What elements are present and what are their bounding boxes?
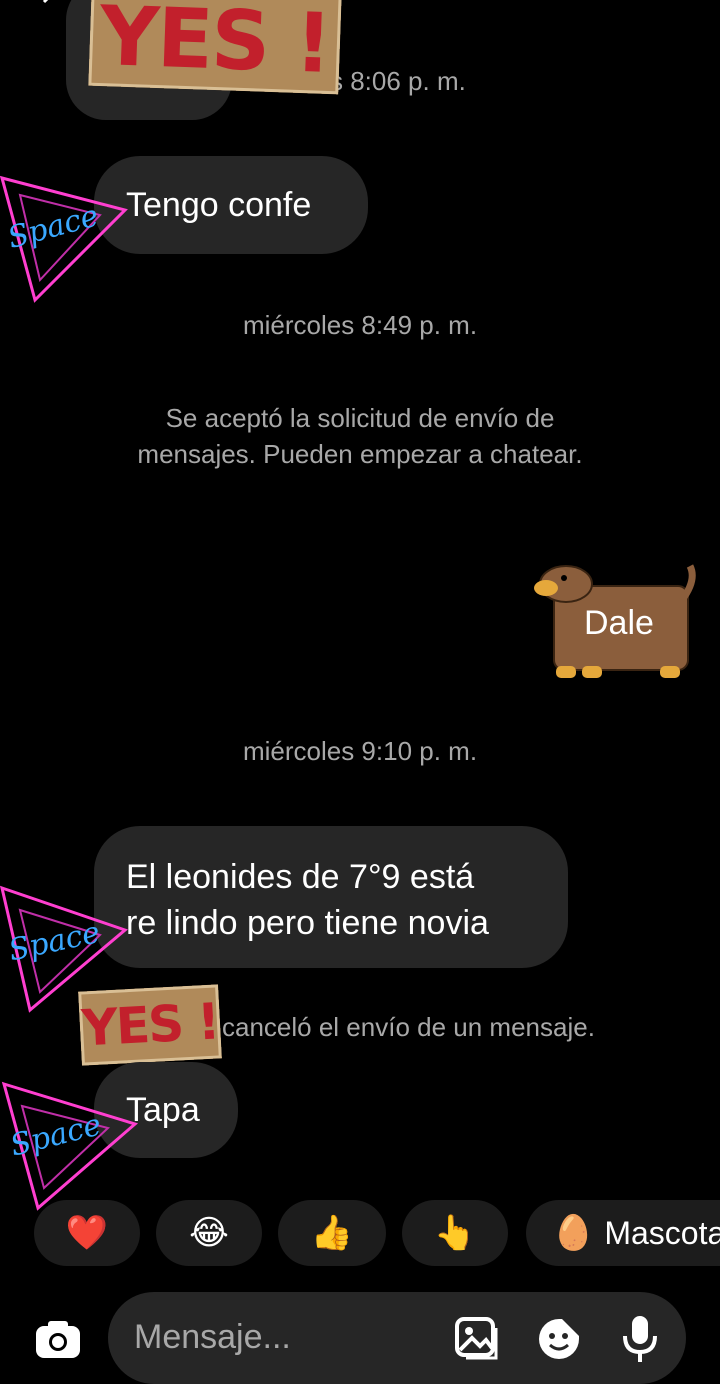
space-neon-sticker: Space	[0, 1076, 140, 1216]
message-text-line-1: El leonides de 7°9 está	[126, 858, 475, 896]
received-message-2[interactable]: El leonides de 7°9 está re lindo pero ti…	[94, 826, 568, 968]
message-input[interactable]: Mensaje...	[134, 1318, 291, 1357]
mascota-label: Mascota	[604, 1214, 720, 1251]
timestamp-3: miércoles 9:10 p. m.	[242, 736, 478, 766]
gallery-button[interactable]	[454, 1316, 500, 1362]
reaction-heart[interactable]: ❤️	[34, 1200, 140, 1266]
space-neon-sticker: Space	[0, 170, 130, 310]
timestamp-2: miércoles 8:49 p. m.	[242, 310, 478, 340]
pointing-up-icon: 👆	[433, 1214, 477, 1252]
reaction-thumbs-up[interactable]: 👍	[278, 1200, 386, 1266]
egg-icon: 🥚	[552, 1214, 595, 1252]
back-button[interactable]	[38, 0, 58, 14]
heart-icon: ❤️	[65, 1214, 109, 1252]
reaction-mascota[interactable]: 🥚 Mascota	[526, 1200, 720, 1266]
camera-icon	[36, 1321, 80, 1358]
sticker-button[interactable]	[536, 1316, 582, 1362]
unsent-notice: canceló el envío de un mensaje.	[222, 1012, 595, 1042]
system-message-accepted: Se aceptó la solicitud de envío de mensa…	[137, 403, 583, 469]
yes-sticker: YES !	[78, 984, 222, 1066]
dog-sticker-text: Dale	[584, 604, 654, 642]
camera-button[interactable]	[34, 1316, 82, 1364]
sticker-icon	[539, 1319, 579, 1359]
thumbs-up-icon: 👍	[310, 1214, 354, 1252]
svg-text:Space: Space	[7, 1107, 105, 1163]
timestamp-partial: s 8:06 p. m.	[330, 66, 466, 96]
microphone-icon	[623, 1316, 657, 1362]
reaction-point-up[interactable]: 👆	[402, 1200, 508, 1266]
gallery-icon	[455, 1317, 498, 1360]
message-text: Tengo confe	[126, 186, 312, 224]
dog-sticker-message[interactable]: Dale	[532, 560, 700, 684]
laughing-emoji-icon: 😂	[189, 1214, 229, 1252]
reaction-laugh[interactable]: 😂	[156, 1200, 262, 1266]
message-composer[interactable]: Mensaje...	[108, 1292, 686, 1384]
received-message-1[interactable]: Tengo confe	[94, 156, 368, 254]
chevron-left-icon	[42, 0, 49, 4]
yes-sticker: YES !	[88, 0, 342, 95]
message-text-line-2: re lindo pero tiene novia	[126, 904, 489, 942]
microphone-button[interactable]	[620, 1314, 660, 1364]
